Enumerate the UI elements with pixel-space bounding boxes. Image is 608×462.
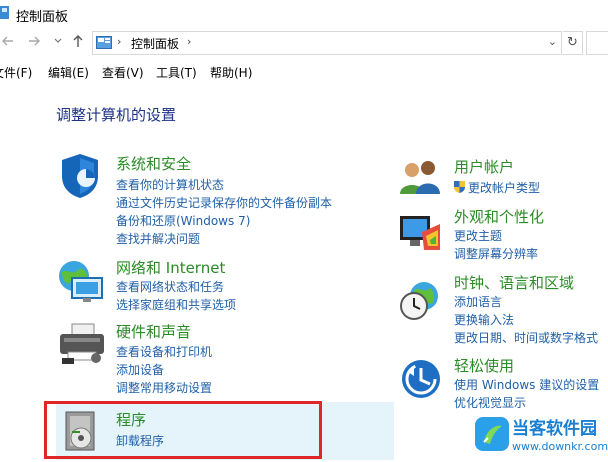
back-arrow-icon[interactable] (0, 34, 16, 50)
ease-of-access-icon (402, 360, 440, 398)
page-title: 调整计算机的设置 (56, 106, 177, 124)
network-globe-icon (59, 261, 103, 302)
window-title: 控制面板 (16, 10, 69, 25)
link-network-status[interactable]: 查看网络状态和任务 (116, 278, 224, 295)
printer-icon (60, 323, 104, 364)
uac-shield-icon (454, 181, 465, 193)
programs-highlight-box (44, 401, 322, 459)
link-screen-resolution[interactable]: 调整屏幕分辨率 (454, 245, 538, 262)
search-input[interactable] (586, 31, 608, 55)
category-title-ease-of-access[interactable]: 轻松使用 (454, 355, 514, 376)
link-mobility-settings[interactable]: 调整常用移动设置 (116, 379, 212, 396)
menu-edit[interactable]: 编辑(E) (48, 64, 89, 81)
watermark-url: www.downkr.com (512, 440, 608, 453)
shield-icon (62, 154, 98, 198)
link-optimize-visual-display[interactable]: 优化视觉显示 (454, 394, 526, 411)
menu-file[interactable]: 文件(F) (0, 64, 32, 81)
control-panel-app-icon (0, 6, 9, 19)
menu-help[interactable]: 帮助(H) (210, 64, 252, 81)
category-title-appearance[interactable]: 外观和个性化 (454, 206, 544, 227)
category-title-system-security[interactable]: 系统和安全 (116, 153, 191, 174)
clock-globe-icon (400, 282, 438, 320)
link-add-device[interactable]: 添加设备 (116, 361, 164, 378)
link-homegroup-sharing[interactable]: 选择家庭组和共享选项 (116, 296, 236, 313)
watermark-title: 当客软件园 (512, 419, 597, 439)
users-icon (400, 161, 440, 194)
navigation-bar: › 控制面板 › ⌄ ↻ (0, 30, 608, 56)
address-bar[interactable]: › 控制面板 › ⌄ (92, 31, 562, 55)
link-windows-recommended-settings[interactable]: 使用 Windows 建议的设置 (454, 376, 599, 393)
recent-locations-chevron-icon[interactable] (50, 34, 66, 50)
menu-tools[interactable]: 工具(T) (156, 64, 197, 81)
link-change-input-method[interactable]: 更换输入法 (454, 311, 514, 328)
appearance-monitor-icon (400, 216, 440, 250)
link-backup-restore[interactable]: 备份和还原(Windows 7) (116, 212, 250, 229)
link-view-computer-status[interactable]: 查看你的计算机状态 (116, 176, 224, 193)
up-arrow-icon[interactable] (70, 34, 86, 50)
control-panel-icon (96, 36, 112, 49)
watermark-logo-icon (475, 417, 509, 451)
link-devices-printers[interactable]: 查看设备和打印机 (116, 343, 212, 360)
breadcrumb-separator: › (117, 35, 122, 48)
link-date-time-format[interactable]: 更改日期、时间或数字格式 (454, 329, 598, 346)
category-title-user-accounts[interactable]: 用户帐户 (454, 156, 514, 177)
link-file-history-backup[interactable]: 通过文件历史记录保存你的文件备份副本 (116, 194, 332, 211)
link-change-account-type-label: 更改帐户类型 (468, 181, 541, 195)
menu-view[interactable]: 查看(V) (102, 64, 144, 81)
breadcrumb-control-panel[interactable]: 控制面板 (131, 35, 179, 52)
title-bar: 控制面板 (0, 0, 608, 28)
address-dropdown-icon[interactable]: ⌄ (548, 35, 557, 48)
forward-arrow-icon[interactable] (26, 34, 42, 50)
link-change-theme[interactable]: 更改主题 (454, 227, 502, 244)
breadcrumb-separator[interactable]: › (187, 35, 191, 48)
link-troubleshoot[interactable]: 查找并解决问题 (116, 230, 200, 247)
link-change-account-type[interactable]: 更改帐户类型 (454, 179, 540, 196)
link-add-language[interactable]: 添加语言 (454, 293, 502, 310)
category-title-hardware-sound[interactable]: 硬件和声音 (116, 321, 191, 342)
category-title-network-internet[interactable]: 网络和 Internet (116, 257, 225, 278)
category-title-clock-language-region[interactable]: 时钟、语言和区域 (454, 272, 574, 293)
watermark: 当客软件园 www.downkr.com (470, 412, 608, 462)
refresh-icon[interactable]: ↻ (563, 31, 583, 55)
menu-bar: 文件(F) 编辑(E) 查看(V) 工具(T) 帮助(H) (0, 62, 608, 82)
